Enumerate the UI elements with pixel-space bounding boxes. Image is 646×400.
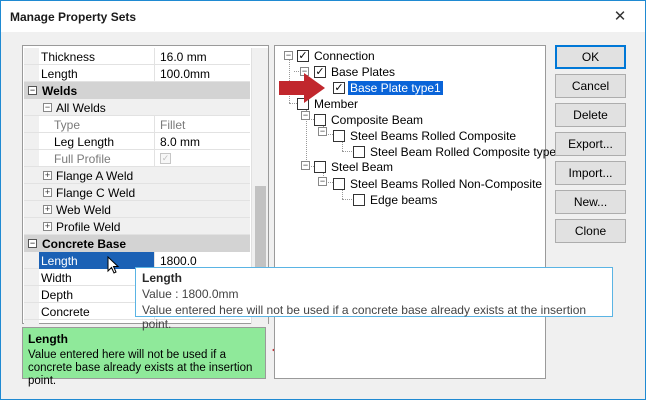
property-value[interactable]: 8.0 mm: [160, 135, 200, 149]
grid-row-type[interactable]: Type Fillet: [24, 116, 250, 133]
scrollbar-thumb[interactable]: [255, 186, 266, 276]
tooltip-value: Value : 1800.0mm: [142, 287, 239, 301]
collapse-icon[interactable]: −: [301, 161, 310, 170]
collapse-icon[interactable]: −: [28, 239, 37, 248]
property-tooltip: Length Value : 1800.0mm Value entered he…: [135, 267, 613, 331]
tree-checkbox[interactable]: [353, 194, 365, 206]
collapse-icon[interactable]: −: [284, 51, 293, 60]
category-name: Welds: [42, 84, 78, 98]
callout-arrow-icon: [279, 73, 325, 103]
expand-icon[interactable]: +: [43, 222, 52, 231]
tree-node-label: Base Plate type1: [348, 81, 443, 95]
tree-checkbox[interactable]: [314, 114, 326, 126]
grid-row-profile-weld[interactable]: + Profile Weld: [24, 218, 250, 235]
grid-row-full-profile[interactable]: Full Profile ✓: [24, 150, 250, 167]
property-name: Depth: [41, 288, 74, 302]
cancel-button[interactable]: Cancel: [555, 74, 626, 98]
property-name: Flange C Weld: [56, 186, 136, 200]
collapse-icon[interactable]: −: [28, 86, 37, 95]
property-name: Web Weld: [56, 203, 111, 217]
property-name: Width: [41, 271, 72, 285]
tree-node-label: Steel Beam Rolled Composite type1: [370, 145, 563, 159]
property-name: All Welds: [56, 101, 106, 115]
tree-checkbox[interactable]: ✓: [333, 82, 345, 94]
mouse-cursor-icon: [107, 256, 120, 274]
expand-icon[interactable]: +: [43, 205, 52, 214]
property-name: Profile Weld: [56, 220, 121, 234]
tree-checkbox[interactable]: ✓: [297, 50, 309, 62]
tree-checkbox[interactable]: [333, 178, 345, 190]
property-name: Concrete: [41, 305, 90, 319]
tree-node-label: Composite Beam: [331, 113, 424, 127]
grid-row-thickness[interactable]: Thickness 16.0 mm: [24, 48, 250, 65]
window-title: Manage Property Sets: [10, 10, 137, 24]
expand-icon[interactable]: +: [43, 171, 52, 180]
expand-icon[interactable]: +: [43, 188, 52, 197]
manage-property-sets-dialog: Manage Property Sets ✕ Thickness 16.0 mm…: [0, 0, 646, 400]
collapse-icon[interactable]: −: [301, 111, 310, 120]
tree-node-label: Base Plates: [331, 65, 396, 79]
collapse-icon[interactable]: −: [318, 127, 327, 136]
tree-checkbox[interactable]: [314, 161, 326, 173]
tree-node-label: Edge beams: [370, 193, 438, 207]
tree-node-label: Connection: [314, 49, 375, 63]
grid-row-all-welds[interactable]: − All Welds: [24, 99, 250, 116]
description-text: Value entered here will not be used if a…: [28, 349, 253, 387]
property-name: Leg Length: [54, 135, 115, 149]
grid-category-welds[interactable]: − Welds: [24, 82, 250, 99]
grid-row-flange-a-weld[interactable]: + Flange A Weld: [24, 167, 250, 184]
property-value[interactable]: 1800.0: [160, 254, 197, 268]
category-name: Concrete Base: [42, 237, 127, 251]
ok-button[interactable]: OK: [555, 45, 626, 69]
export-button[interactable]: Export...: [555, 132, 626, 156]
tree-checkbox[interactable]: [353, 146, 365, 158]
full-profile-checkbox: ✓: [160, 153, 171, 164]
property-value[interactable]: 100.0mm: [160, 67, 210, 81]
tree-checkbox[interactable]: [333, 130, 345, 142]
property-name: Full Profile: [54, 152, 111, 166]
collapse-icon[interactable]: −: [318, 177, 327, 186]
delete-button[interactable]: Delete: [555, 103, 626, 127]
property-value[interactable]: 16.0 mm: [160, 50, 207, 64]
grid-row-leg-length[interactable]: Leg Length 8.0 mm: [24, 133, 250, 150]
grid-category-concrete-base[interactable]: − Concrete Base: [24, 235, 250, 252]
clone-button[interactable]: Clone: [555, 219, 626, 243]
import-button[interactable]: Import...: [555, 161, 626, 185]
property-name: Type: [54, 118, 81, 132]
tooltip-text: Value entered here will not be used if a…: [142, 303, 587, 331]
grid-row-length[interactable]: Length 100.0mm: [24, 65, 250, 82]
grid-row-web-weld[interactable]: + Web Weld: [24, 201, 250, 218]
property-value: Fillet: [160, 118, 186, 132]
close-icon[interactable]: ✕: [609, 7, 631, 27]
tooltip-title: Length: [142, 271, 182, 285]
property-name: Thickness: [41, 50, 96, 64]
property-name: Length: [41, 67, 78, 81]
new-button[interactable]: New...: [555, 190, 626, 214]
tree-node-label: Steel Beam: [331, 160, 394, 174]
tree-node-label: Steel Beams Rolled Non-Composite: [350, 177, 543, 191]
property-name: Flange A Weld: [56, 169, 134, 183]
collapse-icon[interactable]: −: [43, 103, 52, 112]
property-description-panel: Length Value entered here will not be us…: [22, 327, 266, 387]
tree-node-label: Steel Beams Rolled Composite: [350, 129, 517, 143]
title-bar: Manage Property Sets ✕: [1, 1, 645, 32]
grid-row-flange-c-weld[interactable]: + Flange C Weld: [24, 184, 250, 201]
description-title: Length: [28, 332, 68, 346]
property-name: Length: [41, 254, 78, 268]
